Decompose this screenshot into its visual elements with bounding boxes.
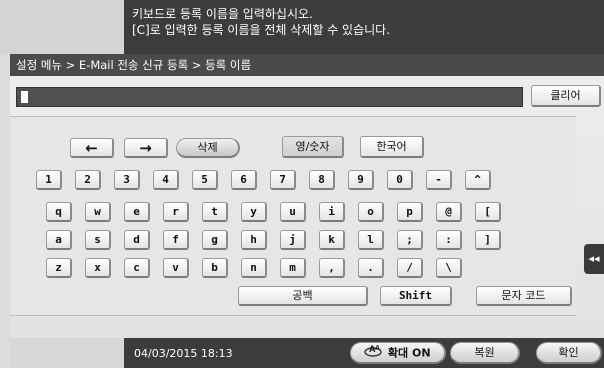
zoom-label: 확대 ON — [387, 346, 431, 360]
key-row2-10[interactable]: @ — [436, 202, 462, 222]
cursor-left-button[interactable]: ← — [70, 138, 114, 158]
key-row3-10[interactable]: : — [436, 230, 462, 250]
key-row3-0[interactable]: a — [46, 230, 72, 250]
key-row3-5[interactable]: h — [241, 230, 267, 250]
key-row1-7[interactable]: 8 — [309, 170, 335, 190]
key-row1-1[interactable]: 2 — [75, 170, 101, 190]
breadcrumb: 설정 메뉴 > E-Mail 전송 신규 등록 > 등록 이름 — [10, 54, 604, 76]
key-row1-3[interactable]: 4 — [153, 170, 179, 190]
key-row4-8[interactable]: . — [358, 258, 384, 278]
key-row2-0[interactable]: q — [46, 202, 72, 222]
top-left-blank — [0, 0, 124, 54]
key-row2-6[interactable]: u — [280, 202, 306, 222]
clear-button[interactable]: 클리어 — [531, 85, 601, 107]
char-code-button[interactable]: 문자 코드 — [476, 286, 572, 306]
text-cursor — [21, 91, 28, 103]
ok-button[interactable]: 확인 — [536, 342, 602, 364]
key-row1-5[interactable]: 6 — [231, 170, 257, 190]
cursor-right-button[interactable]: → — [124, 138, 168, 158]
key-row1-8[interactable]: 9 — [348, 170, 374, 190]
datetime: 04/03/2015 18:13 — [134, 347, 233, 360]
name-input[interactable] — [16, 87, 523, 107]
mode-alphanumeric-button[interactable]: 영/숫자 — [282, 136, 344, 158]
key-row1-0[interactable]: 1 — [36, 170, 62, 190]
key-row2-1[interactable]: w — [85, 202, 111, 222]
message-area: 키보드로 등록 이름을 입력하십시오. [C]로 입력한 등록 이름을 전체 삭… — [124, 0, 604, 54]
key-row3-3[interactable]: f — [163, 230, 189, 250]
key-row2-11[interactable]: [ — [475, 202, 501, 222]
key-row4-7[interactable]: , — [319, 258, 345, 278]
key-row4-3[interactable]: v — [163, 258, 189, 278]
key-row3-9[interactable]: ; — [397, 230, 423, 250]
reset-button[interactable]: 복원 — [450, 342, 520, 364]
zoom-icon: AA — [364, 343, 384, 364]
key-row2-3[interactable]: r — [163, 202, 189, 222]
key-row1-2[interactable]: 3 — [114, 170, 140, 190]
key-row4-9[interactable]: / — [397, 258, 423, 278]
key-row4-2[interactable]: c — [124, 258, 150, 278]
key-row1-11[interactable]: ^ — [465, 170, 491, 190]
key-row4-1[interactable]: x — [85, 258, 111, 278]
key-row3-4[interactable]: g — [202, 230, 228, 250]
key-row4-0[interactable]: z — [46, 258, 72, 278]
key-row1-10[interactable]: - — [426, 170, 452, 190]
key-row1-9[interactable]: 0 — [387, 170, 413, 190]
message-line-1: 키보드로 등록 이름을 입력하십시오. — [132, 7, 313, 21]
key-row2-2[interactable]: e — [124, 202, 150, 222]
key-row3-11[interactable]: ] — [475, 230, 501, 250]
side-panel-tab[interactable]: ◂◂ — [584, 244, 604, 274]
key-row3-1[interactable]: s — [85, 230, 111, 250]
space-button[interactable]: 공백 — [238, 286, 368, 306]
footer-bar: 04/03/2015 18:13 AA 확대 ON 복원 확인 — [124, 338, 604, 368]
key-row2-4[interactable]: t — [202, 202, 228, 222]
key-row3-8[interactable]: l — [358, 230, 384, 250]
key-row3-2[interactable]: d — [124, 230, 150, 250]
key-row3-7[interactable]: k — [319, 230, 345, 250]
key-row4-6[interactable]: m — [280, 258, 306, 278]
key-row3-6[interactable]: j — [280, 230, 306, 250]
footer-left-blank — [10, 338, 124, 368]
key-row1-6[interactable]: 7 — [270, 170, 296, 190]
zoom-button[interactable]: AA 확대 ON — [350, 342, 446, 364]
key-row2-5[interactable]: y — [241, 202, 267, 222]
shift-button[interactable]: Shift — [380, 286, 452, 306]
delete-button[interactable]: 삭제 — [176, 138, 240, 158]
key-row4-5[interactable]: n — [241, 258, 267, 278]
key-row2-9[interactable]: p — [397, 202, 423, 222]
key-row1-4[interactable]: 5 — [192, 170, 218, 190]
svg-text:A: A — [375, 345, 380, 352]
key-row2-7[interactable]: i — [319, 202, 345, 222]
key-row4-10[interactable]: \ — [436, 258, 462, 278]
mode-korean-button[interactable]: 한국어 — [360, 136, 424, 158]
key-row2-8[interactable]: o — [358, 202, 384, 222]
message-line-2: [C]로 입력한 등록 이름을 전체 삭제할 수 있습니다. — [132, 23, 391, 37]
key-row4-4[interactable]: b — [202, 258, 228, 278]
